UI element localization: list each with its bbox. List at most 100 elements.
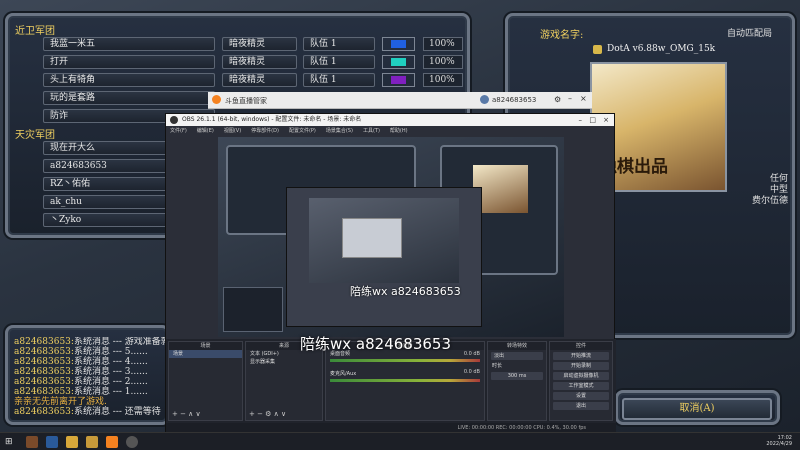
obs-preview[interactable] (218, 137, 564, 337)
player-name-slot[interactable]: 玩的是套路 (43, 91, 215, 105)
obs-menu-item[interactable]: 帮助(H) (390, 128, 408, 134)
nested-chat (223, 287, 283, 332)
close-icon[interactable]: × (580, 94, 587, 103)
obs-menu-item[interactable]: 停靠部件(D) (251, 128, 279, 134)
team1-label: 近卫军团 (15, 26, 55, 37)
nested-dialog (342, 218, 402, 258)
obs-control-button[interactable]: 退出 (553, 402, 609, 410)
player-name-slot[interactable]: 头上有犄角 (43, 73, 215, 87)
folder-icon[interactable] (66, 436, 78, 448)
chat-line: 亲亲无先前离开了游戏. (14, 397, 168, 407)
obs-control-button[interactable]: 工作室模式 (553, 382, 609, 390)
map-tileset: 费尔伍德 (751, 196, 788, 206)
transition-select[interactable]: 淡出 (491, 352, 543, 360)
auto-match-label: 自动匹配局 (727, 29, 773, 39)
app-icon[interactable] (86, 436, 98, 448)
chat-message: 系统消息 --- 1...... (73, 387, 148, 397)
player-handicap-select[interactable]: 100% (423, 37, 463, 51)
douyu-username[interactable]: a824683653 (492, 96, 536, 104)
obs-menu-item[interactable]: 视图(V) (224, 128, 241, 134)
obs-menu-item[interactable]: 编辑(E) (197, 128, 214, 134)
chat-sender: a824683653: (14, 367, 74, 377)
player-handicap-select[interactable]: 100% (423, 73, 463, 87)
chat-message: 系统消息 --- 4...... (73, 357, 148, 367)
chat-message: 系统消息 --- 2...... (73, 377, 148, 387)
player-race-select[interactable]: 暗夜精灵 (222, 55, 297, 69)
player-color-select[interactable] (382, 73, 415, 87)
scene-item[interactable]: 场景 (169, 350, 242, 358)
team2-label: 天灾军团 (15, 130, 55, 141)
controls-dock: 控件 开始推流开始录制启动虚拟摄像机 工作室模式设置退出 (549, 341, 613, 421)
obs-minimize-icon[interactable]: – (579, 114, 583, 126)
chat-log: a824683653:系统消息 --- 游戏准备就 a824683653:系统消息… (14, 337, 168, 417)
player-team-select[interactable]: 队伍 1 (303, 37, 375, 51)
map-players: 任何 (769, 174, 788, 184)
chat-message: 系统消息 --- 3...... (73, 367, 148, 377)
map-icon (593, 45, 602, 54)
transitions-dock-title: 转场特效 (488, 342, 546, 350)
chat-line: a824683653:系统消息 --- 1...... (14, 387, 168, 397)
nested-obs-window (286, 187, 482, 327)
taskbar: ⊞ 17:02 2022/4/29 (0, 432, 800, 450)
start-icon[interactable]: ⊞ (5, 437, 13, 447)
chat-message: 亲亲无先前离开了游戏. (14, 397, 107, 407)
obs-logo-icon (170, 116, 178, 124)
douyu-toolbar: 斗鱼直播管家 a824683653 ⚙ – × (208, 92, 592, 109)
watermark-large: 陪练wx a824683653 (300, 335, 451, 353)
obs-control-button[interactable]: 启动虚拟摄像机 (553, 372, 609, 380)
obs-control-button[interactable]: 开始推流 (553, 352, 609, 360)
obs-control-button[interactable]: 设置 (553, 392, 609, 400)
clock-date: 2022/4/29 (766, 441, 792, 447)
douyu-icon[interactable] (106, 436, 118, 448)
player-handicap-select[interactable]: 100% (423, 55, 463, 69)
color-swatch-fill (391, 76, 406, 84)
chat-sender: a824683653: (14, 377, 74, 387)
duration-input[interactable]: 300 ms (491, 372, 543, 380)
desktop-audio-meter (330, 359, 480, 362)
obs-menu-item[interactable]: 配置文件(P) (289, 128, 316, 134)
player-color-select[interactable] (382, 55, 415, 69)
obs-window-title: OBS 26.1.1 (64-bit, windows) - 配置文件: 未命名… (182, 116, 362, 123)
chat-line: a824683653:系统消息 --- 5...... (14, 347, 168, 357)
color-swatch-fill (391, 58, 406, 66)
player-race-select[interactable]: 暗夜精灵 (222, 73, 297, 87)
controls-dock-title: 控件 (550, 342, 612, 350)
douyu-logo-icon (212, 95, 221, 104)
obs-menu-item[interactable]: 工具(T) (363, 128, 380, 134)
obs-control-button[interactable]: 开始录制 (553, 362, 609, 370)
source-add-icon[interactable]: + − ⚙ ∧ ∨ (249, 410, 286, 418)
obs-icon[interactable] (126, 436, 138, 448)
douyu-avatar[interactable] (480, 95, 489, 104)
obs-menu-item[interactable]: 场景集合(S) (326, 128, 353, 134)
player-team-select[interactable]: 队伍 1 (303, 73, 375, 87)
game-name-label: 游戏名字: (540, 30, 584, 41)
source-item[interactable]: 显示器采集 (246, 358, 322, 366)
settings-icon[interactable]: ⚙ (554, 95, 561, 104)
mixer-mic-label: 麦克风/Aux (330, 371, 357, 377)
color-swatch-fill (391, 40, 406, 48)
scene-add-icon[interactable]: + − ∧ ∨ (172, 410, 201, 418)
obs-window: OBS 26.1.1 (64-bit, windows) - 配置文件: 未命名… (165, 113, 616, 433)
obs-maximize-icon[interactable]: □ (589, 114, 596, 126)
watermark-small: 陪练wx a824683653 (350, 285, 461, 298)
chat-sender: a824683653: (14, 357, 74, 367)
mic-audio-meter (330, 379, 480, 382)
map-size: 中型 (769, 185, 788, 195)
chat-sender: a824683653: (14, 337, 74, 347)
qq-icon[interactable] (46, 436, 58, 448)
player-color-select[interactable] (382, 37, 415, 51)
map-info: 任何 中型 费尔伍德 (738, 174, 788, 207)
transitions-dock: 转场特效 淡出 时长 300 ms (487, 341, 547, 421)
player-name-slot[interactable]: 我蓝一米五 (43, 37, 215, 51)
chat-line: a824683653:系统消息 --- 3...... (14, 367, 168, 377)
player-team-select[interactable]: 队伍 1 (303, 55, 375, 69)
obs-menu-item[interactable]: 文件(F) (170, 128, 187, 134)
warcraft-icon[interactable] (26, 436, 38, 448)
minimize-icon[interactable]: – (568, 94, 572, 103)
obs-close-icon[interactable]: × (603, 114, 609, 126)
scenes-dock: 场景 场景 + − ∧ ∨ (168, 341, 243, 421)
player-name-slot[interactable]: 打开 (43, 55, 215, 69)
chat-line: a824683653:系统消息 --- 4...... (14, 357, 168, 367)
cancel-button[interactable]: 取消(A) (622, 398, 772, 420)
player-race-select[interactable]: 暗夜精灵 (222, 37, 297, 51)
